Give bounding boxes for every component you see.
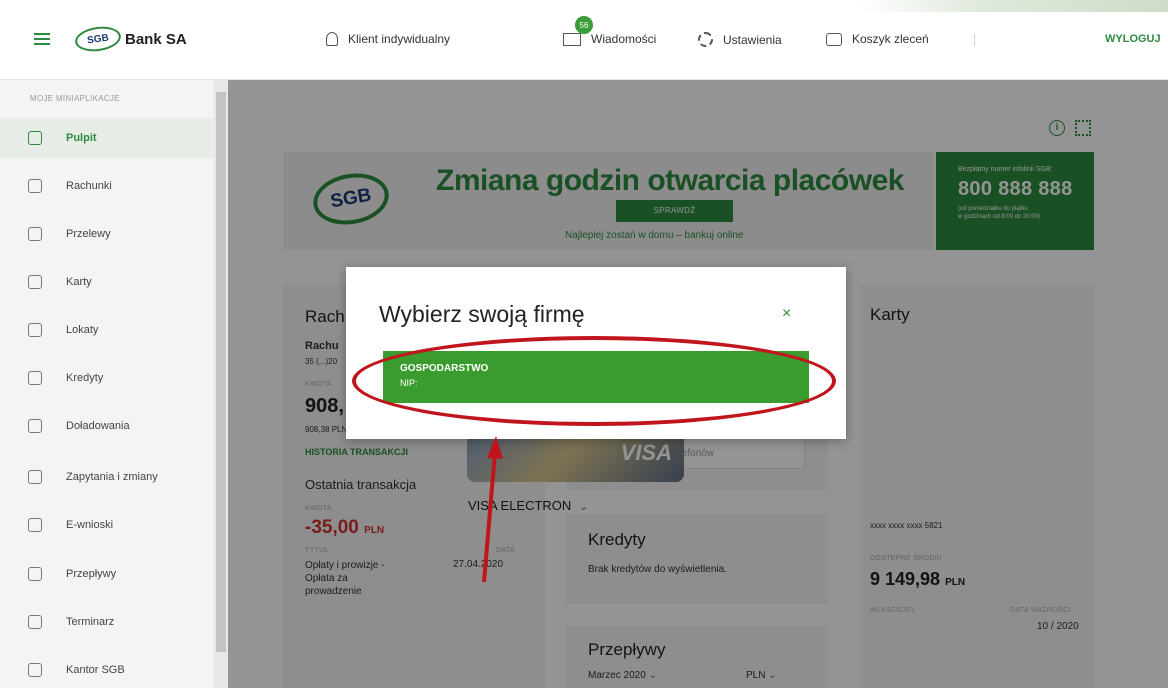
close-icon[interactable]: × <box>782 305 791 323</box>
messages-button[interactable]: Wiadomości <box>563 32 656 46</box>
sidebar-item-przelewy[interactable]: Przelewy <box>0 214 214 254</box>
cart-label: Koszyk zleceń <box>852 32 929 46</box>
scrollbar-thumb[interactable] <box>216 92 226 652</box>
divider <box>974 34 975 46</box>
dialog-title: Wybierz swoją firmę <box>379 301 585 327</box>
sidebar-item-label: Rachunki <box>66 180 112 192</box>
sidebar-item-rachunki[interactable]: Rachunki <box>0 166 214 206</box>
loan-icon <box>28 371 42 385</box>
sidebar-item-kantor[interactable]: Kantor SGB <box>0 650 214 688</box>
sidebar-item-label: Doładowania <box>66 420 130 432</box>
sidebar-item-e-wnioski[interactable]: E-wnioski <box>0 505 214 545</box>
sidebar-item-doladowania[interactable]: Doładowania <box>0 406 214 446</box>
arrow-shaft <box>482 451 497 583</box>
sidebar-item-label: Zapytania i zmiany <box>66 471 158 483</box>
flows-icon <box>28 567 42 581</box>
sidebar-item-lokaty[interactable]: Lokaty <box>0 310 214 350</box>
user-icon <box>326 32 338 46</box>
calendar-icon <box>28 615 42 629</box>
request-icon <box>28 470 42 484</box>
sidebar-item-label: Kredyty <box>66 372 104 384</box>
sidebar-scrollbar[interactable] <box>214 80 228 688</box>
sidebar-heading: MOJE MINIAPLIKACJE <box>30 94 120 103</box>
cart-icon <box>826 32 842 46</box>
sidebar-item-label: Terminarz <box>66 616 115 628</box>
transfer-icon <box>28 227 42 241</box>
top-bar: SGB Bank SA Klient indywidualny Wiadomoś… <box>0 0 1168 80</box>
sidebar-item-label: Karty <box>66 276 92 288</box>
menu-icon[interactable] <box>34 33 50 45</box>
highlight-ellipse <box>352 336 836 426</box>
accounts-icon <box>28 179 42 193</box>
eapplication-icon <box>28 518 42 532</box>
card-icon <box>28 275 42 289</box>
sidebar-item-label: Lokaty <box>66 324 99 336</box>
header-decoration <box>860 0 1168 12</box>
sidebar-item-zapytania[interactable]: Zapytania i zmiany <box>0 457 214 497</box>
settings-label: Ustawienia <box>723 32 782 47</box>
logout-button[interactable]: WYLOGUJ <box>1105 33 1161 45</box>
client-type-menu[interactable]: Klient indywidualny <box>326 32 450 46</box>
topup-icon <box>28 419 42 433</box>
bank-logo[interactable]: SGB Bank SA <box>73 23 187 55</box>
sidebar-item-pulpit[interactable]: Pulpit <box>0 118 214 158</box>
messages-badge: 56 <box>575 16 593 34</box>
sidebar-item-label: E-wnioski <box>66 519 114 531</box>
sidebar-item-label: Kantor SGB <box>66 664 125 676</box>
arrow-head <box>487 436 503 459</box>
sidebar-item-label: Pulpit <box>66 132 97 144</box>
mail-icon <box>563 32 581 46</box>
sidebar-item-label: Przelewy <box>66 228 111 240</box>
exchange-icon <box>28 663 42 677</box>
deposit-icon <box>28 323 42 337</box>
brand-name: Bank SA <box>125 30 187 48</box>
messages-label: Wiadomości <box>591 32 657 46</box>
dashboard-icon <box>28 131 42 145</box>
sidebar-item-label: Przepływy <box>66 568 117 580</box>
sidebar-item-terminarz[interactable]: Terminarz <box>0 602 214 642</box>
settings-button[interactable]: Ustawienia <box>698 32 782 47</box>
gear-icon <box>698 32 713 47</box>
sidebar: MOJE MINIAPLIKACJE Pulpit Rachunki Przel… <box>0 80 228 688</box>
annotation-arrow <box>482 436 503 583</box>
order-cart-button[interactable]: Koszyk zleceń <box>826 32 929 46</box>
sidebar-item-karty[interactable]: Karty <box>0 262 214 302</box>
sgb-logo-mark: SGB <box>73 23 123 55</box>
sidebar-item-przeplywy[interactable]: Przepływy <box>0 554 214 594</box>
client-type-label: Klient indywidualny <box>348 32 451 46</box>
sidebar-item-kredyty[interactable]: Kredyty <box>0 358 214 398</box>
